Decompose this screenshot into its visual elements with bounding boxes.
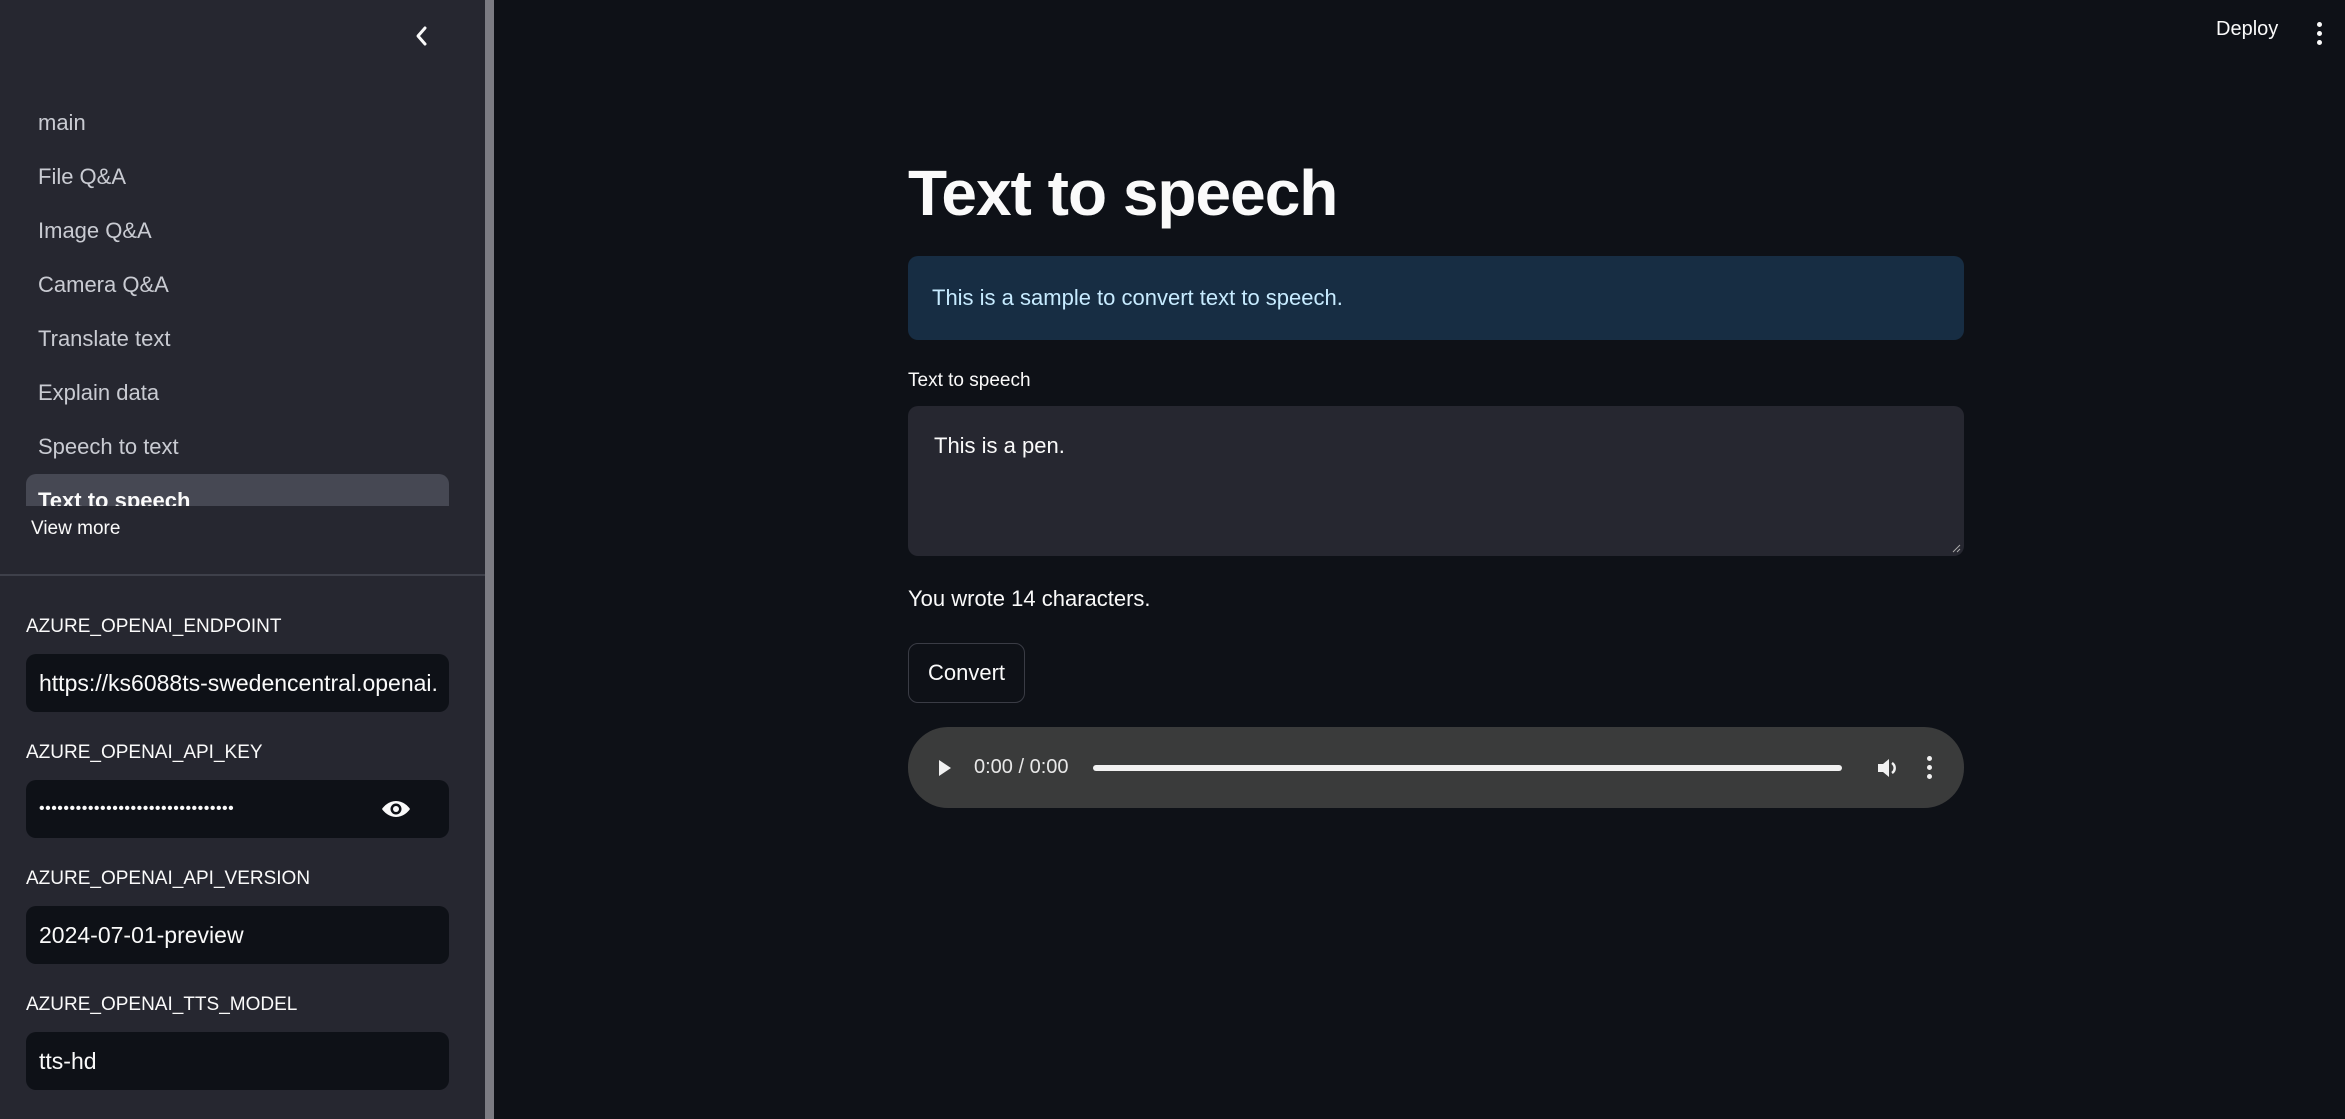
sidebar-item-text-to-speech[interactable]: Text to speech xyxy=(26,474,449,506)
sidebar-item-translate-text[interactable]: Translate text xyxy=(26,312,449,366)
page-title: Text to speech xyxy=(908,157,1338,229)
sidebar-item-label: Translate text xyxy=(38,326,171,351)
info-alert-text: This is a sample to convert text to spee… xyxy=(932,285,1343,310)
sidebar-item-label: Image Q&A xyxy=(38,218,152,243)
more-vertical-icon-dot xyxy=(1926,765,1932,770)
sidebar-item-label: Speech to text xyxy=(38,434,179,459)
endpoint-input[interactable]: https://ks6088ts-swedencentral.openai. xyxy=(26,654,449,712)
sidebar-item-file-qa[interactable]: File Q&A xyxy=(26,150,449,204)
sidebar-item-main[interactable]: main xyxy=(26,96,449,150)
sidebar-item-speech-to-text[interactable]: Speech to text xyxy=(26,420,449,474)
sidebar-item-explain-data[interactable]: Explain data xyxy=(26,366,449,420)
api-version-input[interactable]: 2024-07-01-preview xyxy=(26,906,449,964)
sidebar-scrollbar[interactable] xyxy=(485,0,494,1119)
deploy-button[interactable]: Deploy xyxy=(2216,18,2278,41)
textarea-value: This is a pen. xyxy=(934,433,1065,458)
char-count-text: You wrote 14 characters. xyxy=(908,586,1151,611)
sidebar-divider xyxy=(0,574,485,576)
play-button[interactable] xyxy=(932,753,958,783)
tts-model-label: AZURE_OPENAI_TTS_MODEL xyxy=(26,994,298,1015)
sidebar-item-label: Text to speech xyxy=(38,488,191,506)
tts-model-field: AZURE_OPENAI_TTS_MODEL tts-hd xyxy=(26,992,449,1090)
audio-options-button[interactable] xyxy=(1922,753,1936,783)
more-vertical-icon-dot xyxy=(2316,39,2322,45)
sidebar-item-label: File Q&A xyxy=(38,164,127,189)
api-key-input[interactable]: •••••••••••••••••••••••••••••••• xyxy=(26,780,449,838)
sidebar-item-label: Camera Q&A xyxy=(38,272,169,297)
audio-time: 0:00 / 0:00 xyxy=(974,756,1069,778)
api-version-field: AZURE_OPENAI_API_VERSION 2024-07-01-prev… xyxy=(26,866,449,964)
api-version-value: 2024-07-01-preview xyxy=(39,921,244,948)
endpoint-value: https://ks6088ts-swedencentral.openai. xyxy=(39,669,436,696)
audio-progress-bar[interactable] xyxy=(1092,764,1842,771)
sidebar: main File Q&A Image Q&A Camera Q&A Trans… xyxy=(0,0,485,1119)
resize-handle-icon[interactable] xyxy=(1951,543,1961,553)
volume-icon xyxy=(1878,758,1896,777)
more-vertical-icon-dot xyxy=(1926,774,1932,779)
endpoint-label: AZURE_OPENAI_ENDPOINT xyxy=(26,616,282,637)
volume-button[interactable] xyxy=(1874,753,1904,783)
more-vertical-icon-dot xyxy=(2316,30,2322,36)
endpoint-field: AZURE_OPENAI_ENDPOINT https://ks6088ts-s… xyxy=(26,614,449,712)
show-password-button[interactable] xyxy=(376,789,416,829)
tts-model-value: tts-hd xyxy=(39,1047,97,1074)
more-vertical-icon xyxy=(1926,756,1932,761)
api-key-field: AZURE_OPENAI_API_KEY •••••••••••••••••••… xyxy=(26,740,449,838)
play-icon xyxy=(939,759,951,776)
info-alert: This is a sample to convert text to spee… xyxy=(908,256,1964,340)
app: main File Q&A Image Q&A Camera Q&A Trans… xyxy=(0,0,2345,1119)
textarea-label: Text to speech xyxy=(908,370,1031,391)
more-vertical-icon xyxy=(2316,21,2322,27)
tts-model-input[interactable]: tts-hd xyxy=(26,1032,449,1090)
api-key-label: AZURE_OPENAI_API_KEY xyxy=(26,742,263,763)
collapse-sidebar-button[interactable] xyxy=(406,18,436,54)
view-more-button[interactable]: View more xyxy=(31,518,120,540)
text-to-speech-textarea[interactable]: This is a pen. xyxy=(908,406,1964,556)
sidebar-item-label: main xyxy=(38,110,86,135)
sidebar-nav: main File Q&A Image Q&A Camera Q&A Trans… xyxy=(26,96,449,506)
api-version-label: AZURE_OPENAI_API_VERSION xyxy=(26,868,311,889)
eye-icon xyxy=(382,801,410,817)
chevron-left-icon xyxy=(416,26,427,46)
api-key-value: •••••••••••••••••••••••••••••••• xyxy=(39,800,235,817)
main-menu-button[interactable] xyxy=(2312,18,2326,48)
sidebar-item-image-qa[interactable]: Image Q&A xyxy=(26,204,449,258)
sidebar-item-label: Explain data xyxy=(38,380,160,405)
convert-button[interactable]: Convert xyxy=(908,643,1026,703)
sidebar-item-camera-qa[interactable]: Camera Q&A xyxy=(26,258,449,312)
audio-player: 0:00 / 0:00 xyxy=(908,727,1964,808)
